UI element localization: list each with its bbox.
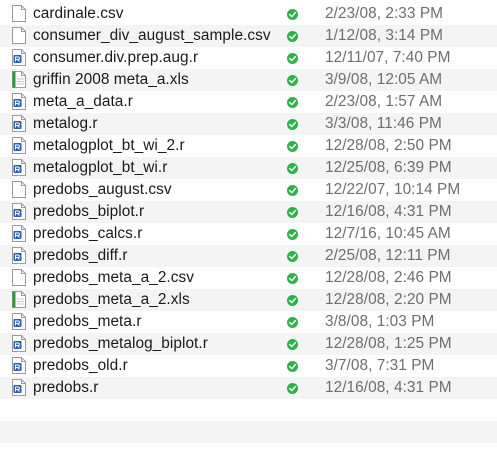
date-modified: 12/22/07, 10:14 PM [325, 181, 461, 198]
csv-file-icon [12, 5, 26, 22]
date-modified: 12/7/16, 10:45 AM [325, 225, 451, 242]
r-script-file-icon [12, 247, 26, 264]
synced-check-icon [287, 361, 298, 372]
date-modified: 12/28/08, 2:20 PM [325, 291, 452, 308]
file-row[interactable]: cardinale.csv 2/23/08, 2:33 PM [0, 3, 497, 25]
csv-file-icon [12, 181, 26, 198]
file-name: metalogplot_bt_wi_2.r [33, 137, 185, 154]
date-modified: 2/25/08, 12:11 PM [325, 247, 451, 264]
file-name: predobs_old.r [33, 357, 128, 374]
file-row[interactable]: predobs_calcs.r 12/7/16, 10:45 AM [0, 223, 497, 245]
file-name: meta_a_data.r [33, 93, 133, 110]
file-row[interactable]: predobs.r 12/16/08, 4:31 PM [0, 377, 497, 399]
file-name: predobs_biplot.r [33, 203, 145, 220]
csv-file-icon [12, 27, 26, 44]
file-name: metalog.r [33, 115, 98, 132]
r-script-file-icon [12, 357, 26, 374]
synced-check-icon [287, 53, 298, 64]
r-script-file-icon [12, 225, 26, 242]
file-name: predobs_calcs.r [33, 225, 143, 242]
synced-check-icon [287, 317, 298, 328]
file-name: predobs_meta_a_2.csv [33, 269, 194, 286]
synced-check-icon [287, 251, 298, 262]
date-modified: 12/16/08, 4:31 PM [325, 203, 452, 220]
synced-check-icon [287, 229, 298, 240]
date-modified: 2/23/08, 1:57 AM [325, 93, 443, 110]
r-script-file-icon [12, 159, 26, 176]
file-row[interactable]: predobs_diff.r 2/25/08, 12:11 PM [0, 245, 497, 267]
synced-check-icon [287, 295, 298, 306]
synced-check-icon [287, 119, 298, 130]
file-name: consumer.div.prep.aug.r [33, 49, 199, 66]
file-row[interactable]: consumer_div_august_sample.csv 1/12/08, 3… [0, 25, 497, 47]
date-modified: 3/7/08, 7:31 PM [325, 357, 435, 374]
date-modified: 12/11/07, 7:40 PM [325, 49, 451, 66]
r-script-file-icon [12, 93, 26, 110]
csv-file-icon [12, 269, 26, 286]
synced-check-icon [287, 163, 298, 174]
file-row[interactable]: predobs_old.r 3/7/08, 7:31 PM [0, 355, 497, 377]
r-script-file-icon [12, 335, 26, 352]
date-modified: 12/28/08, 2:46 PM [325, 269, 452, 286]
xls-file-icon [12, 291, 26, 308]
synced-check-icon [287, 383, 298, 394]
date-modified: 12/28/08, 1:25 PM [325, 335, 452, 352]
file-row[interactable]: predobs_biplot.r 12/16/08, 4:31 PM [0, 201, 497, 223]
r-script-file-icon [12, 49, 26, 66]
date-modified: 12/28/08, 2:50 PM [325, 137, 452, 154]
file-list: cardinale.csv 2/23/08, 2:33 PM consumer_di… [0, 0, 497, 471]
date-modified: 3/8/08, 1:03 PM [325, 313, 435, 330]
date-modified: 3/9/08, 12:05 AM [325, 71, 443, 88]
r-script-file-icon [12, 313, 26, 330]
file-row[interactable]: metalogplot_bt_wi_2.r 12/28/08, 2:50 PM [0, 135, 497, 157]
xls-file-icon [12, 71, 26, 88]
file-row[interactable]: predobs_meta_a_2.xls 12/28/08, 2:20 PM [0, 289, 497, 311]
file-row[interactable]: metalog.r 3/3/08, 11:46 PM [0, 113, 497, 135]
r-script-file-icon [12, 203, 26, 220]
synced-check-icon [287, 185, 298, 196]
file-row[interactable]: metalogplot_bt_wi.r 12/25/08, 6:39 PM [0, 157, 497, 179]
file-name: metalogplot_bt_wi.r [33, 159, 168, 176]
synced-check-icon [287, 9, 298, 20]
file-name: predobs_metalog_biplot.r [33, 335, 208, 352]
file-row[interactable]: predobs_meta_a_2.csv 12/28/08, 2:46 PM [0, 267, 497, 289]
file-name: predobs.r [33, 379, 99, 396]
date-modified: 3/3/08, 11:46 PM [325, 115, 442, 132]
file-name: predobs_august.csv [33, 181, 172, 198]
file-name: cardinale.csv [33, 5, 124, 22]
r-script-file-icon [12, 379, 26, 396]
file-name: griffin 2008 meta_a.xls [33, 71, 189, 88]
date-modified: 1/12/08, 3:14 PM [325, 27, 444, 44]
r-script-file-icon [12, 137, 26, 154]
file-name: predobs_meta.r [33, 313, 142, 330]
date-modified: 2/23/08, 2:33 PM [325, 5, 444, 22]
file-row[interactable]: predobs_metalog_biplot.r 12/28/08, 1:25 P… [0, 333, 497, 355]
file-row[interactable]: predobs_august.csv 12/22/07, 10:14 PM [0, 179, 497, 201]
file-name: predobs_diff.r [33, 247, 128, 264]
file-row[interactable]: griffin 2008 meta_a.xls 3/9/08, 12:05 AM [0, 69, 497, 91]
r-script-file-icon [12, 115, 26, 132]
file-row[interactable]: predobs_meta.r 3/8/08, 1:03 PM [0, 311, 497, 333]
file-name: predobs_meta_a_2.xls [33, 291, 190, 308]
synced-check-icon [287, 273, 298, 284]
synced-check-icon [287, 339, 298, 350]
synced-check-icon [287, 141, 298, 152]
file-row[interactable]: meta_a_data.r 2/23/08, 1:57 AM [0, 91, 497, 113]
file-row[interactable]: consumer.div.prep.aug.r 12/11/07, 7:40 PM [0, 47, 497, 69]
synced-check-icon [287, 207, 298, 218]
file-name: consumer_div_august_sample.csv [33, 27, 271, 44]
synced-check-icon [287, 31, 298, 42]
date-modified: 12/25/08, 6:39 PM [325, 159, 452, 176]
empty-row [0, 399, 497, 421]
empty-row [0, 421, 497, 443]
synced-check-icon [287, 75, 298, 86]
synced-check-icon [287, 97, 298, 108]
date-modified: 12/16/08, 4:31 PM [325, 379, 452, 396]
empty-row [0, 443, 497, 465]
